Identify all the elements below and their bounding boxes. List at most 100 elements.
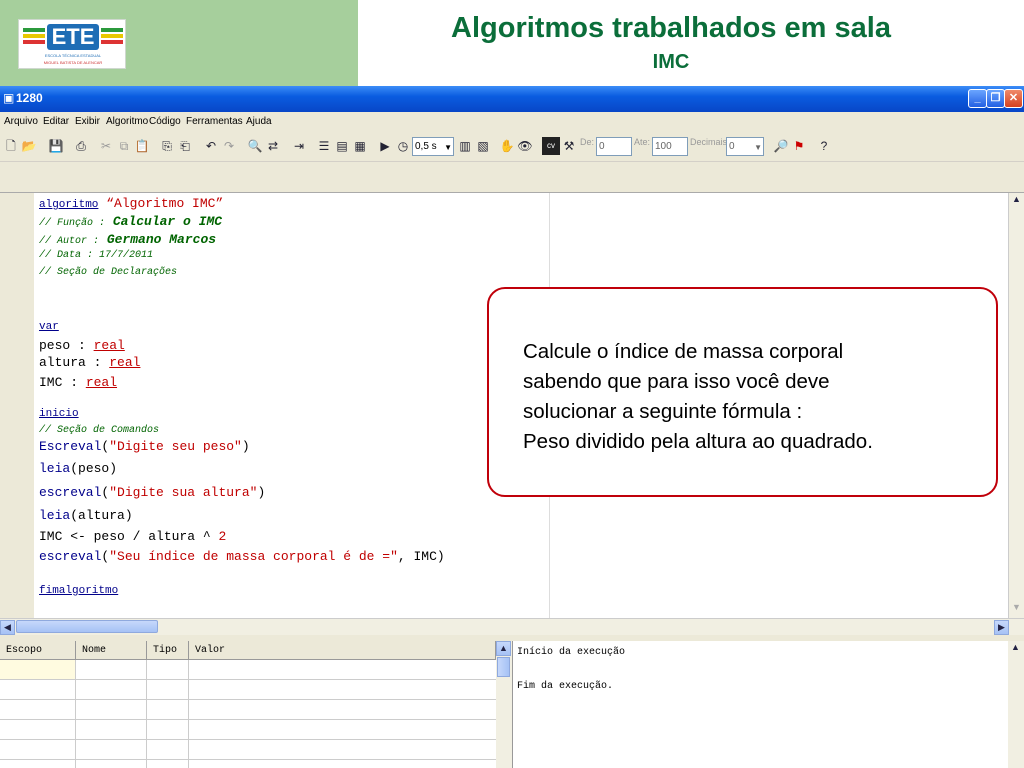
column-divider (146, 660, 147, 768)
variables-scrollbar[interactable]: ▲ (496, 641, 512, 768)
menu-editar[interactable]: Editar (43, 116, 69, 127)
code-line: // Seção de Declarações (39, 267, 178, 278)
column-header-escopo[interactable]: Escopo (0, 641, 76, 660)
save-icon[interactable]: 💾 (47, 137, 65, 155)
copy-icon[interactable]: ⧉ (115, 137, 133, 155)
identifier: IMC : (39, 375, 86, 390)
breakpoint-icon[interactable]: ▧ (474, 137, 492, 155)
string: "Digite seu peso" (109, 439, 242, 454)
scroll-down-icon[interactable]: ▼ (1009, 601, 1024, 616)
redo-icon[interactable]: ↷ (220, 137, 238, 155)
column-header-tipo[interactable]: Tipo (147, 641, 189, 660)
column-header-nome[interactable]: Nome (76, 641, 147, 660)
paste-code-icon[interactable]: ⎗ (176, 137, 194, 155)
slide-subtitle: IMC (652, 51, 690, 73)
list-icon[interactable]: ☰ (315, 137, 333, 155)
replace-icon[interactable]: ⇄ (264, 137, 282, 155)
slide-title: Algoritmos trabalhados em sala (451, 12, 891, 44)
code-line: escreval("Digite sua altura") (39, 485, 266, 500)
code-line: // Função : Calcular o IMC (39, 214, 222, 229)
help-icon[interactable]: ? (815, 137, 833, 155)
step-icon[interactable]: ▥ (456, 137, 474, 155)
function: leia (39, 508, 71, 523)
menu-algoritmo[interactable]: Algoritmo (106, 116, 148, 127)
paste-icon[interactable]: 📋 (133, 137, 151, 155)
logo-stripe (23, 40, 45, 44)
de-label: De: (580, 137, 595, 147)
output-scrollbar[interactable]: ▲ (1008, 641, 1024, 768)
copy-code-icon[interactable]: ⎘ (158, 137, 176, 155)
function: leia (39, 461, 71, 476)
run-icon[interactable]: ▶ (376, 137, 394, 155)
string: "Seu índice de massa corporal é de =" (109, 549, 398, 564)
minimize-button[interactable]: _ (968, 89, 987, 108)
function: escreval (39, 549, 102, 564)
logo-subtitle-2: MIGUEL BATISTA DE ALENCAR (43, 60, 103, 65)
de-field[interactable]: 0 (596, 137, 632, 156)
decimais-select[interactable]: 0 ▼ (726, 137, 764, 156)
string: "Digite sua altura" (109, 485, 258, 500)
function: escreval (39, 485, 102, 500)
decimais-value: 0 (729, 141, 735, 152)
code-line: altura : real (39, 355, 140, 370)
flag-icon[interactable]: ⚑ (790, 137, 808, 155)
editor-vertical-scrollbar[interactable]: ▲ ▼ (1008, 193, 1024, 618)
menu-codigo[interactable]: Código (149, 116, 181, 127)
ate-label: Ate: (634, 137, 651, 147)
menu-exibir[interactable]: Exibir (75, 116, 100, 127)
column-divider (188, 660, 189, 768)
menu-ferramentas[interactable]: Ferramentas (186, 116, 243, 127)
callout-line: solucionar a seguinte fórmula : (523, 400, 803, 423)
calendar-icon[interactable]: ▦ (351, 137, 369, 155)
scroll-thumb[interactable] (497, 657, 510, 677)
editor-gutter (0, 193, 34, 618)
logo-stripe (23, 34, 45, 38)
watch-icon[interactable]: 👁 (516, 137, 534, 155)
ate-field[interactable]: 100 (652, 137, 688, 156)
cut-icon[interactable]: ✂ (97, 137, 115, 155)
logo-stripe (101, 34, 123, 38)
find-icon[interactable]: 🔍 (246, 137, 264, 155)
column-header-valor[interactable]: Valor (189, 641, 496, 660)
open-file-icon[interactable]: 📂 (20, 137, 38, 155)
print-icon[interactable]: ⎙ (72, 137, 90, 155)
scroll-up-icon[interactable]: ▲ (496, 641, 511, 656)
keyword: fimalgoritmo (39, 585, 119, 597)
new-file-icon[interactable]: 🗋 (2, 137, 20, 155)
menu-ajuda[interactable]: Ajuda (246, 116, 272, 127)
code-line: Escreval("Digite seu peso") (39, 439, 250, 454)
scroll-right-icon[interactable]: ▶ (994, 620, 1009, 635)
zoom-icon[interactable]: 🔎 (772, 137, 790, 155)
callout-line: Calcule o índice de massa corporal (523, 340, 844, 363)
column-divider (75, 660, 76, 768)
callout-box: Calcule o índice de massa corporal saben… (487, 287, 998, 497)
undo-icon[interactable]: ↶ (202, 137, 220, 155)
document-icon[interactable]: ▤ (333, 137, 351, 155)
maximize-button[interactable]: ❐ (986, 89, 1005, 108)
code-line: IMC <- peso / altura ^ 2 (39, 529, 226, 544)
identifier: altura : (39, 355, 110, 370)
timer-icon[interactable]: ◷ (394, 137, 412, 155)
hand-icon[interactable]: ✋ (498, 137, 516, 155)
code-line: algoritmo “Algoritmo IMC” (39, 196, 223, 211)
speed-select[interactable]: 0,5 s ▼ (412, 137, 454, 156)
close-button[interactable]: ✕ (1004, 89, 1023, 108)
console-icon[interactable]: cv (542, 137, 560, 155)
scroll-up-icon[interactable]: ▲ (1008, 641, 1023, 656)
type: real (109, 355, 141, 370)
chevron-down-icon: ▼ (444, 143, 452, 152)
scroll-left-icon[interactable]: ◀ (0, 620, 15, 635)
code-line: // Autor : Germano Marcos (39, 232, 216, 247)
argument: (peso) (70, 461, 118, 476)
callout-text: Calcule o índice de massa corporal saben… (523, 337, 873, 457)
selected-cell[interactable] (0, 660, 75, 679)
output-line: Início da execução (517, 647, 626, 658)
tool-icon[interactable]: ⚒ (560, 137, 578, 155)
scroll-thumb[interactable] (16, 620, 158, 633)
indent-icon[interactable]: ⇥ (290, 137, 308, 155)
scroll-up-icon[interactable]: ▲ (1009, 193, 1024, 208)
menu-bar: Arquivo Editar Exibir Algoritmo Código F… (0, 112, 1024, 132)
window-titlebar[interactable]: ▣ 1280 _ ❐ ✕ (0, 86, 1024, 112)
menu-arquivo[interactable]: Arquivo (4, 116, 38, 127)
decimais-label: Decimais: (690, 137, 730, 147)
